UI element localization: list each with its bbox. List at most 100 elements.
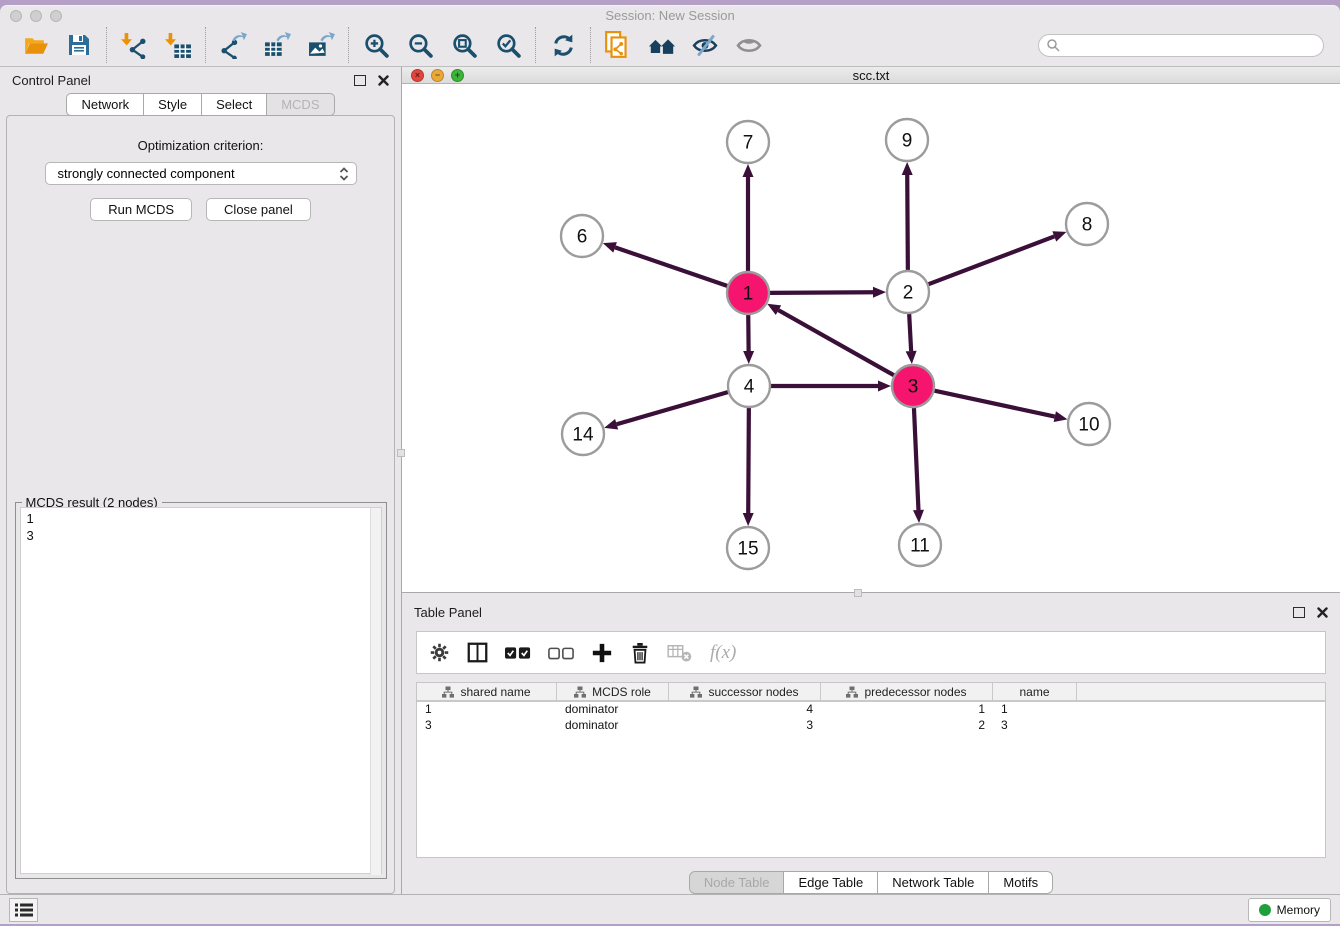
table-panel: Table Panel xyxy=(402,593,1340,894)
search-input[interactable] xyxy=(1060,38,1316,52)
title-bar: Session: New Session xyxy=(0,6,1340,24)
tab-mcds[interactable]: MCDS xyxy=(267,93,334,116)
table-cell[interactable]: dominator xyxy=(557,718,669,734)
network-close-icon[interactable]: × xyxy=(411,69,424,82)
graph-edge-arrowhead xyxy=(913,510,924,523)
graph-edge-4-15[interactable] xyxy=(748,408,749,513)
import-network-icon xyxy=(121,32,148,59)
column-header-shared-name[interactable]: shared name xyxy=(417,683,557,700)
graph-edge-3-10[interactable] xyxy=(935,391,1055,417)
network-window-titlebar: × − + scc.txt xyxy=(402,67,1340,84)
graph-edge-1-2[interactable] xyxy=(770,292,873,293)
table-cell[interactable]: 3 xyxy=(993,718,1077,734)
mcds-result-scrollbar[interactable] xyxy=(370,508,381,875)
hierarchy-icon xyxy=(690,686,702,698)
graph-edge-2-9[interactable] xyxy=(907,175,908,270)
tab-network-table[interactable]: Network Table xyxy=(878,871,989,894)
table-cell[interactable]: 4 xyxy=(669,702,821,718)
graph-edge-arrowhead xyxy=(604,419,618,430)
graph-edge-2-3[interactable] xyxy=(909,314,911,351)
export-network-button[interactable] xyxy=(219,31,247,59)
network-minimize-icon[interactable]: − xyxy=(431,69,444,82)
table-settings-button[interactable] xyxy=(429,642,450,663)
maximize-window-icon[interactable] xyxy=(50,10,62,22)
network-title: scc.txt xyxy=(402,68,1340,83)
table-cell[interactable]: 2 xyxy=(821,718,993,734)
run-mcds-button[interactable]: Run MCDS xyxy=(90,198,192,221)
node-table: shared nameMCDS rolesuccessor nodesprede… xyxy=(416,682,1326,858)
first-neighbors-button[interactable] xyxy=(648,31,676,59)
tab-network[interactable]: Network xyxy=(66,93,144,116)
table-row[interactable]: 1dominator411 xyxy=(417,702,1325,718)
column-header-name[interactable]: name xyxy=(993,683,1077,700)
close-window-icon[interactable] xyxy=(10,10,22,22)
network-maximize-icon[interactable]: + xyxy=(451,69,464,82)
search-icon xyxy=(1046,38,1060,52)
graph-node-label: 6 xyxy=(577,227,588,248)
zoom-out-button[interactable] xyxy=(406,31,434,59)
control-panel: Control Panel NetworkStyleSelectMCDS Opt… xyxy=(0,67,402,894)
task-history-button[interactable] xyxy=(9,898,38,922)
zoom-selected-button[interactable] xyxy=(494,31,522,59)
zoom-out-icon xyxy=(407,32,434,59)
column-header-MCDS-role[interactable]: MCDS role xyxy=(557,683,669,700)
column-layout-button[interactable] xyxy=(467,642,488,663)
float-panel-icon[interactable] xyxy=(354,75,366,86)
column-header-successor-nodes[interactable]: successor nodes xyxy=(669,683,821,700)
column-header-predecessor-nodes[interactable]: predecessor nodes xyxy=(821,683,993,700)
mcds-result-list[interactable]: 1 3 xyxy=(20,507,382,874)
table-cell[interactable]: 1 xyxy=(993,702,1077,718)
export-image-button[interactable] xyxy=(307,31,335,59)
export-table-button[interactable] xyxy=(263,31,291,59)
open-session-button[interactable] xyxy=(21,31,49,59)
close-table-panel-icon[interactable] xyxy=(1317,607,1328,618)
graph-edge-1-6[interactable] xyxy=(615,248,727,286)
checked-boxes-icon xyxy=(505,646,531,660)
network-graph[interactable]: 1234678910111415 xyxy=(402,84,1338,587)
save-session-button[interactable] xyxy=(65,31,93,59)
graph-edge-3-11[interactable] xyxy=(914,408,918,510)
plus-icon xyxy=(591,642,613,664)
unselect-all-button[interactable] xyxy=(548,646,574,660)
table-cell[interactable]: dominator xyxy=(557,702,669,718)
close-panel-button[interactable]: Close panel xyxy=(206,198,311,221)
zoom-in-button[interactable] xyxy=(362,31,390,59)
network-canvas[interactable]: 1234678910111415 xyxy=(402,84,1340,592)
close-panel-icon[interactable] xyxy=(378,75,389,86)
table-row[interactable]: 3dominator323 xyxy=(417,718,1325,734)
refresh-button[interactable] xyxy=(549,31,577,59)
minimize-window-icon[interactable] xyxy=(30,10,42,22)
graph-edge-3-1[interactable] xyxy=(778,310,893,375)
table-cell[interactable]: 3 xyxy=(417,718,557,734)
function-builder-button[interactable]: f(x) xyxy=(710,642,736,664)
tab-motifs[interactable]: Motifs xyxy=(989,871,1053,894)
tab-style[interactable]: Style xyxy=(144,93,202,116)
import-table-button[interactable] xyxy=(164,31,192,59)
delete-table-button[interactable] xyxy=(667,643,693,663)
optimization-criterion-select[interactable]: strongly connected component xyxy=(45,162,357,185)
tab-select[interactable]: Select xyxy=(202,93,267,116)
selected-option: strongly connected component xyxy=(58,166,338,181)
zoom-fit-button[interactable] xyxy=(450,31,478,59)
graph-node-label: 2 xyxy=(903,283,914,304)
new-network-from-selection-button[interactable] xyxy=(604,31,632,59)
trash-icon xyxy=(630,642,650,664)
table-cell[interactable]: 1 xyxy=(417,702,557,718)
graph-edge-2-8[interactable] xyxy=(929,237,1055,285)
memory-button[interactable]: Memory xyxy=(1248,898,1331,922)
hierarchy-icon xyxy=(846,686,858,698)
delete-column-button[interactable] xyxy=(630,642,650,664)
graph-node-label: 11 xyxy=(910,536,930,557)
import-network-button[interactable] xyxy=(120,31,148,59)
table-cell[interactable]: 1 xyxy=(821,702,993,718)
tab-node-table[interactable]: Node Table xyxy=(689,871,785,894)
show-all-button[interactable] xyxy=(736,31,764,59)
select-all-button[interactable] xyxy=(505,646,531,660)
graph-edge-4-14[interactable] xyxy=(617,392,728,424)
add-column-button[interactable] xyxy=(591,642,613,664)
float-table-panel-icon[interactable] xyxy=(1293,607,1305,618)
table-cell[interactable]: 3 xyxy=(669,718,821,734)
splitter-grip-left[interactable] xyxy=(397,449,405,457)
hide-selected-button[interactable] xyxy=(692,31,720,59)
tab-edge-table[interactable]: Edge Table xyxy=(784,871,878,894)
